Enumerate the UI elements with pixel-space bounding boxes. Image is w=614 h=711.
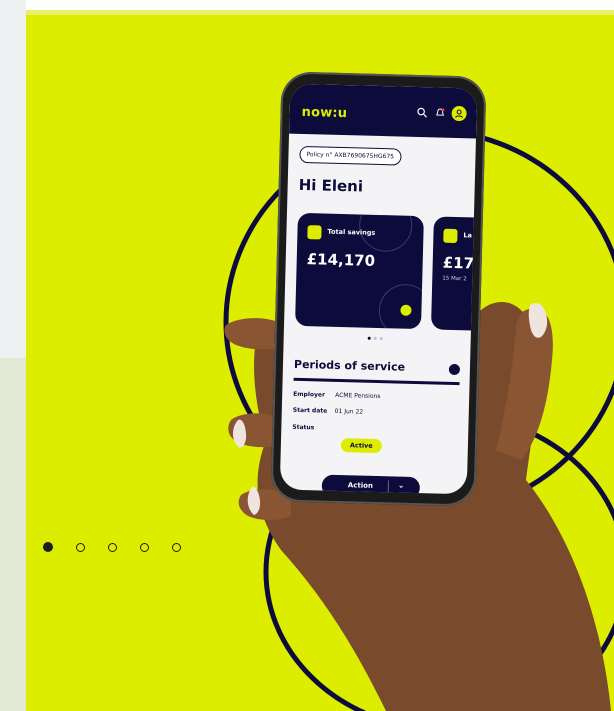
header-icons [415,105,467,122]
section-divider [293,377,460,386]
card-title: Total savings [327,227,376,237]
detail-key: Start date [292,406,328,415]
search-icon[interactable] [415,106,427,118]
second-card[interactable]: La £170 15 Mar 2 [430,216,478,331]
action-button-separator [387,480,389,495]
carousel-dot-4[interactable] [140,542,149,552]
action-button[interactable]: Action ⌄ [321,474,421,495]
detail-value: ACME Pensions [335,391,381,401]
page-left-margin [0,0,26,711]
phone-screen: now:u Policy n° AXB7690675HG675 Hi Eleni [279,83,478,495]
phone-mockup: now:u Policy n° AXB7690675HG675 Hi Eleni [270,71,487,507]
detail-key: Employer [293,390,326,399]
card-pager-dot-3[interactable] [379,337,383,341]
app-logo: now:u [301,104,348,122]
card-date: 15 Mar 2 [442,275,467,283]
greeting-heading: Hi Eleni [298,175,364,196]
carousel-dots [43,541,181,553]
carousel-dot-3[interactable] [108,542,117,552]
detail-key: Status [292,423,315,432]
left-margin-upper [0,0,26,358]
card-pager-dot-2[interactable] [373,336,377,340]
detail-row-employer: Employer ACME Pensions [293,391,380,400]
section-title: Periods of service [293,357,406,374]
carousel-dot-2[interactable] [76,542,85,552]
info-icon[interactable] [448,363,461,376]
card-pager-dot-1[interactable] [367,336,371,340]
savings-card[interactable]: Total savings £14,170 [295,212,424,330]
card-amount: £170 [442,253,478,273]
notification-icon[interactable] [433,107,445,119]
status-badge: Active [340,438,382,454]
card-title: La [463,231,473,240]
card-amount: £14,170 [306,250,376,270]
card-icon [443,228,458,244]
detail-row-start-date: Start date 01 Jun 22 [293,407,364,416]
detail-row-status: Status [292,424,332,432]
detail-value: 01 Jun 22 [334,407,364,416]
savings-icon [307,225,322,240]
chevron-down-icon[interactable]: ⌄ [398,481,405,490]
carousel-dot-5[interactable] [172,542,181,552]
hero-banner: now:u Policy n° AXB7690675HG675 Hi Eleni [26,10,614,711]
left-margin-lower [0,358,26,711]
action-button-label: Action [347,481,374,490]
policy-number-pill[interactable]: Policy n° AXB7690675HG675 [299,145,402,166]
card-pager [367,336,383,341]
app-header: now:u [289,83,478,139]
carousel-dot-1[interactable] [43,542,53,552]
profile-icon[interactable] [451,105,467,122]
